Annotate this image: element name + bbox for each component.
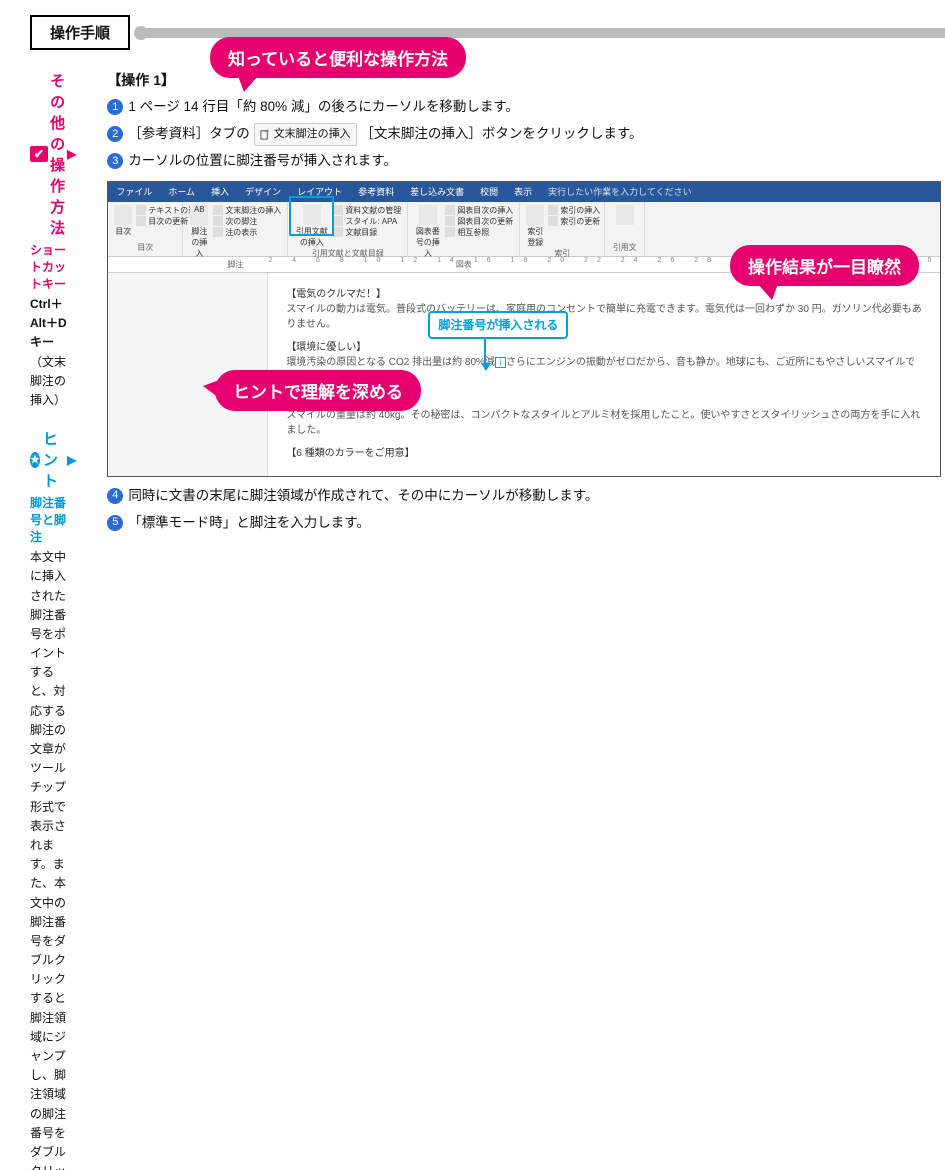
step-number-icon: 2 bbox=[107, 126, 123, 142]
tab-file[interactable]: ファイル bbox=[108, 185, 160, 198]
doc-heading-2: 【環境に優しい】 bbox=[286, 340, 922, 355]
annotation-footnote-inserted: 脚注番号が挿入される bbox=[428, 311, 568, 339]
insert-caption-button[interactable]: 図表番号の挿入 bbox=[414, 205, 441, 259]
tab-home[interactable]: ホーム bbox=[160, 185, 203, 198]
shortcut-key-title: ショートカットキー bbox=[30, 241, 76, 292]
word-screenshot: ファイル ホーム 挿入 デザイン レイアウト 参考資料 差し込み文書 校閲 表示… bbox=[107, 181, 941, 477]
manage-sources-button[interactable]: 資料文献の管理 bbox=[333, 205, 401, 216]
other-operations-badge: ✔ その他の操作方法▶ bbox=[30, 70, 76, 238]
update-index-button[interactable]: 索引の更新 bbox=[548, 216, 600, 227]
other-operations-block: ✔ その他の操作方法▶ ショートカットキー Ctrl＋Alt＋D キー （文末脚… bbox=[30, 70, 76, 410]
step-1: 11 ページ 14 行目「約 80% 減」の後ろにカーソルを移動します。 bbox=[107, 96, 941, 119]
svg-text:ab: ab bbox=[264, 129, 268, 133]
step-4: 4同時に文書の末尾に脚注領域が作成されて、その中にカーソルが移動します。 bbox=[107, 485, 941, 508]
toc-button[interactable]: 目次 bbox=[114, 205, 132, 237]
doc-heading-4: 【6 種類のカラーをご用意】 bbox=[286, 446, 922, 461]
next-footnote-button[interactable]: 次の脚注 bbox=[213, 216, 281, 227]
inserted-endnote-marker[interactable]: i bbox=[495, 357, 506, 368]
tab-insert[interactable]: 挿入 bbox=[203, 185, 237, 198]
tab-view[interactable]: 表示 bbox=[506, 185, 540, 198]
insert-footnote-button[interactable]: AB脚注の挿入 bbox=[189, 205, 209, 259]
step-number-icon: 3 bbox=[107, 153, 123, 169]
insert-endnote-button-inline: ab 文末脚注の挿入 bbox=[254, 123, 357, 146]
step-2: 2 ［参考資料］タブの ab 文末脚注の挿入 ［文末脚注の挿入］ボタンをクリック… bbox=[107, 123, 941, 146]
hint-block: ★ ヒント▶ 脚注番号と脚注 本文中に挿入された脚注番号をポイントすると、対応す… bbox=[30, 428, 76, 1170]
step-3: 3カーソルの位置に脚注番号が挿入されます。 bbox=[107, 150, 941, 173]
mark-index-button[interactable]: 索引登録 bbox=[526, 205, 544, 248]
section-header: 操作手順 bbox=[30, 15, 945, 50]
star-icon: ★ bbox=[30, 452, 40, 468]
chevron-right-icon: ▶ bbox=[67, 147, 76, 161]
step-5: 5「標準モード時」と脚注を入力します。 bbox=[107, 512, 941, 535]
insert-index-button[interactable]: 索引の挿入 bbox=[548, 205, 600, 216]
main-column: 【操作 1】 11 ページ 14 行目「約 80% 減」の後ろにカーソルを移動し… bbox=[88, 70, 945, 1170]
shortcut-key-desc: Ctrl＋Alt＋D キー （文末脚注の挿入） bbox=[30, 295, 76, 410]
step-number-icon: 1 bbox=[107, 99, 123, 115]
tab-references[interactable]: 参考資料 bbox=[350, 185, 402, 198]
hint-badge: ★ ヒント▶ bbox=[30, 428, 76, 491]
tab-mailings[interactable]: 差し込み文書 bbox=[402, 185, 472, 198]
clock-icon: ✔ bbox=[30, 146, 48, 162]
endnote-icon: ab bbox=[260, 129, 271, 140]
doc-heading-1: 【電気のクルマだ！】 bbox=[286, 287, 922, 302]
tab-review[interactable]: 校閲 bbox=[472, 185, 506, 198]
sidebar: ✔ その他の操作方法▶ ショートカットキー Ctrl＋Alt＋D キー （文末脚… bbox=[0, 70, 88, 1170]
tell-me-field[interactable]: 実行したい作業を入力してください bbox=[540, 185, 699, 198]
ribbon-tabs: ファイル ホーム 挿入 デザイン レイアウト 参考資料 差し込み文書 校閲 表示… bbox=[108, 182, 940, 202]
update-tof-button[interactable]: 図表目次の更新 bbox=[445, 216, 513, 227]
hint-desc: 本文中に挿入された脚注番号をポイントすると、対応する脚注の文章がツールチップ形式… bbox=[30, 548, 76, 1170]
callout-hint-understand: ヒントで理解を深める bbox=[215, 370, 421, 411]
insert-tof-button[interactable]: 図表目次の挿入 bbox=[445, 205, 513, 216]
bibliography-button[interactable]: 文献目録 bbox=[333, 227, 401, 238]
step-number-icon: 5 bbox=[107, 515, 123, 531]
chevron-right-icon: ▶ bbox=[67, 453, 76, 467]
show-notes-button[interactable]: 注の表示 bbox=[213, 227, 281, 238]
step-number-icon: 4 bbox=[107, 488, 123, 504]
callout-result-visible: 操作結果が一目瞭然 bbox=[730, 245, 919, 286]
tab-design[interactable]: デザイン bbox=[237, 185, 289, 198]
hint-subtitle: 脚注番号と脚注 bbox=[30, 494, 76, 545]
insert-endnote-button[interactable]: 文末脚注の挿入 bbox=[213, 205, 281, 216]
cross-ref-button[interactable]: 相互参照 bbox=[445, 227, 513, 238]
style-select[interactable]: スタイル: APA bbox=[333, 216, 401, 227]
section-title: 操作手順 bbox=[30, 15, 130, 50]
ref-tab-highlight bbox=[289, 196, 334, 236]
callout-convenient-ops: 知っていると便利な操作方法 bbox=[210, 37, 466, 78]
